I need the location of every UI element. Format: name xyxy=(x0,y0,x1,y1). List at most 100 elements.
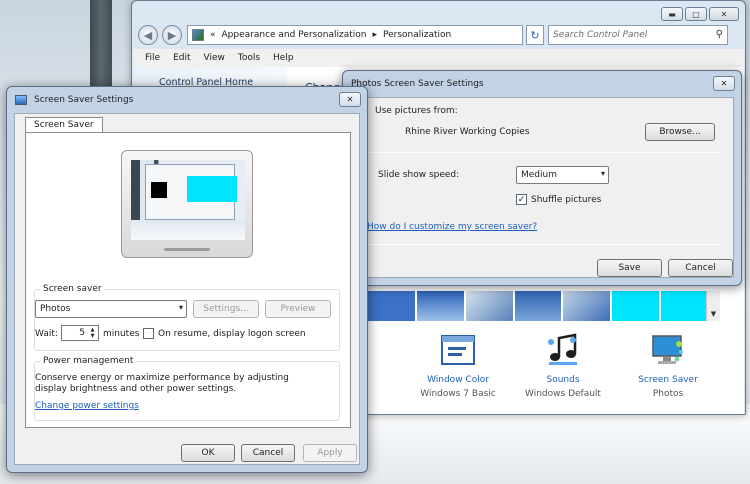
close-button[interactable]: ✕ xyxy=(709,7,739,21)
control-panel-icon xyxy=(192,29,204,41)
close-icon: ✕ xyxy=(346,95,354,104)
dialog-body: Screen Saver Screen saver Photos ▾ Setti… xyxy=(14,113,360,465)
speed-select[interactable]: Medium ▾ xyxy=(516,166,609,184)
dialog-body: Use pictures from: Rhine River Working C… xyxy=(350,97,734,278)
search-placeholder: Search Control Panel xyxy=(553,30,648,40)
dialog-title: Photos Screen Saver Settings xyxy=(351,79,484,89)
spinner-arrows-icon[interactable]: ▲ ▼ xyxy=(88,327,97,339)
power-description: Conserve energy or maximize performance … xyxy=(35,373,289,394)
breadcrumb-personalization[interactable]: Personalization xyxy=(383,30,451,40)
screen-saver-settings-dialog: Screen Saver Settings ✕ Screen Saver Scr… xyxy=(6,86,368,473)
selected-saver: Photos xyxy=(40,304,71,314)
background-tree xyxy=(90,0,112,90)
menu-file[interactable]: File xyxy=(145,53,160,63)
back-button[interactable]: ◀ xyxy=(138,25,158,45)
monitor-stand xyxy=(164,248,210,251)
scroll-down-icon: ▼ xyxy=(710,310,717,318)
screen-saver-label: Screen Saver xyxy=(638,375,698,385)
minutes-label: minutes xyxy=(103,329,140,339)
folder-name: Rhine River Working Copies xyxy=(405,127,530,137)
menu-edit[interactable]: Edit xyxy=(173,53,190,63)
resume-label: On resume, display logon screen xyxy=(158,329,306,339)
breadcrumb-prefix: « xyxy=(210,30,216,40)
window-color-label: Window Color xyxy=(427,375,489,385)
shuffle-checkbox[interactable]: ✓ xyxy=(516,194,527,205)
breadcrumb-separator: ▸ xyxy=(372,30,377,40)
wait-spinner[interactable]: 5 ▲ ▼ xyxy=(61,325,99,341)
photos-settings-dialog: Photos Screen Saver Settings ✕ Use pictu… xyxy=(342,70,742,286)
resume-checkbox[interactable] xyxy=(143,328,154,339)
screen-saver-sub: Photos xyxy=(652,389,684,399)
divider xyxy=(363,152,721,153)
close-button[interactable]: ✕ xyxy=(339,92,361,107)
maximize-button[interactable]: ▢ xyxy=(685,7,707,21)
menu-bar: File Edit View Tools Help xyxy=(133,49,744,67)
speed-label: Slide show speed: xyxy=(378,170,460,180)
monitor-icon xyxy=(15,95,27,105)
close-icon: ✕ xyxy=(720,79,728,88)
forward-button[interactable]: ▶ xyxy=(162,25,182,45)
personalization-items: ground cenery Window Color Windows 7 Bas… xyxy=(303,332,738,412)
address-bar[interactable]: « Appearance and Personalization ▸ Perso… xyxy=(187,25,523,45)
forward-icon: ▶ xyxy=(167,28,177,42)
browse-button[interactable]: Browse... xyxy=(645,123,715,141)
sounds-label: Sounds xyxy=(546,375,580,385)
sounds-icon xyxy=(548,333,577,365)
screen-saver-item[interactable]: Screen Saver Photos xyxy=(608,332,728,399)
refresh-button[interactable]: ↻ xyxy=(526,25,544,45)
search-icon[interactable]: ⚲ xyxy=(716,29,723,40)
theme-thumbnails xyxy=(368,291,709,321)
window-color-item[interactable]: Window Color Windows 7 Basic xyxy=(398,332,518,399)
theme-thumbnail[interactable] xyxy=(563,291,611,321)
window-controls: ▬ ▢ ✕ xyxy=(661,7,739,21)
sounds-sub: Windows Default xyxy=(525,389,601,399)
theme-thumbnail[interactable] xyxy=(416,291,464,321)
screen-saver-group: Screen saver Photos ▾ Settings... Previe… xyxy=(34,284,340,351)
preview-screen xyxy=(131,160,245,240)
save-button[interactable]: Save xyxy=(597,259,662,277)
back-icon: ◀ xyxy=(143,28,153,42)
sounds-item[interactable]: Sounds Windows Default xyxy=(503,332,623,399)
cancel-button[interactable]: Cancel xyxy=(241,444,295,462)
tab-screen-saver[interactable]: Screen Saver xyxy=(25,117,103,133)
ok-button[interactable]: OK xyxy=(181,444,235,462)
change-power-settings-link[interactable]: Change power settings xyxy=(35,401,139,411)
theme-thumbnail[interactable] xyxy=(465,291,513,321)
screen-saver-select[interactable]: Photos ▾ xyxy=(35,300,187,318)
breadcrumb-appearance[interactable]: Appearance and Personalization xyxy=(222,30,367,40)
group-title: Power management xyxy=(41,356,136,366)
theme-thumbnail[interactable] xyxy=(661,291,709,321)
cancel-button[interactable]: Cancel xyxy=(668,259,733,277)
theme-scroll-down[interactable]: ▼ xyxy=(706,291,720,321)
apply-button[interactable]: Apply xyxy=(303,444,357,462)
window-color-sub: Windows 7 Basic xyxy=(420,389,496,399)
preview-monitor xyxy=(121,150,253,258)
settings-button[interactable]: Settings... xyxy=(193,300,259,318)
window-color-icon xyxy=(441,335,475,365)
chevron-down-icon: ▾ xyxy=(600,169,605,178)
checkmark-icon: ✓ xyxy=(517,194,526,205)
resume-option: On resume, display logon screen xyxy=(143,328,306,339)
chevron-down-icon: ▾ xyxy=(178,303,183,312)
theme-thumbnail[interactable] xyxy=(368,291,415,321)
wait-label: Wait: xyxy=(35,329,58,339)
screen-saver-icon xyxy=(652,335,683,364)
tab-panel: Screen saver Photos ▾ Settings... Previe… xyxy=(25,132,351,428)
shuffle-option: ✓ Shuffle pictures xyxy=(516,194,601,205)
dialog-title: Screen Saver Settings xyxy=(34,95,134,105)
theme-thumbnail[interactable] xyxy=(612,291,660,321)
group-title: Screen saver xyxy=(41,284,104,294)
use-pictures-label: Use pictures from: xyxy=(375,106,458,116)
menu-tools[interactable]: Tools xyxy=(238,53,260,63)
minimize-button[interactable]: ▬ xyxy=(661,7,683,21)
close-button[interactable]: ✕ xyxy=(713,76,735,91)
theme-thumbnail[interactable] xyxy=(514,291,562,321)
shuffle-label: Shuffle pictures xyxy=(531,195,602,205)
spin-down-icon: ▼ xyxy=(90,333,95,339)
menu-help[interactable]: Help xyxy=(273,53,294,63)
nav-buttons: ◀ ▶ xyxy=(138,25,182,45)
menu-view[interactable]: View xyxy=(204,53,225,63)
search-input[interactable]: Search Control Panel ⚲ xyxy=(548,25,728,45)
preview-button[interactable]: Preview xyxy=(265,300,331,318)
help-link[interactable]: How do I customize my screen saver? xyxy=(367,222,537,232)
